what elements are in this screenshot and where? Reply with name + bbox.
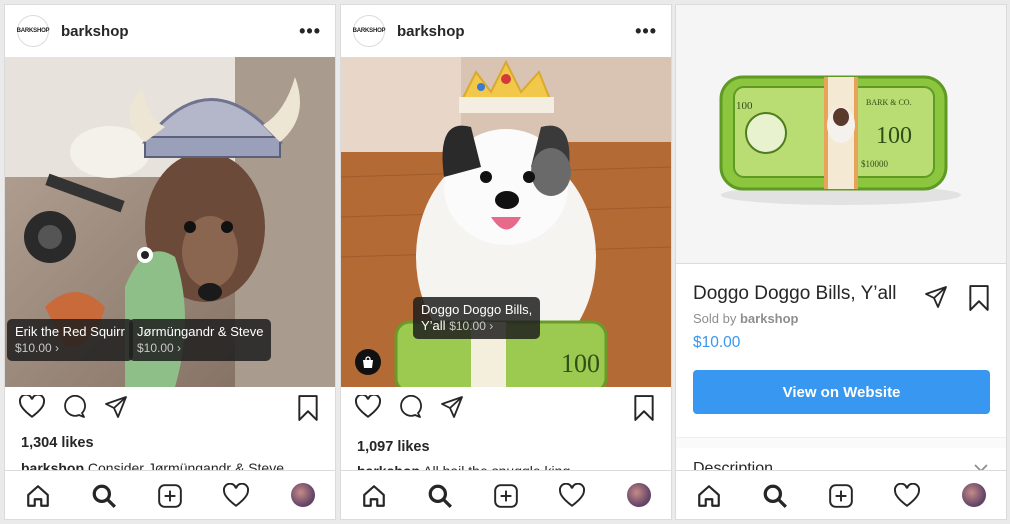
share-icon[interactable] — [103, 395, 129, 419]
tag-name: Jørmüngandr & Steve — [137, 324, 264, 339]
search-icon[interactable] — [427, 483, 453, 509]
product-tag-doggo-bills[interactable]: Doggo Doggo Bills, Y’all $10.00 › — [413, 297, 541, 339]
bottom-nav — [5, 470, 335, 519]
share-icon[interactable] — [924, 285, 948, 309]
view-on-website-button[interactable]: View on Website — [693, 370, 990, 414]
activity-heart-icon[interactable] — [559, 483, 585, 509]
post-screen-1: BARKSHOP barkshop ••• Erik the Red Squir… — [4, 4, 336, 520]
post-actions — [341, 387, 671, 427]
account-avatar[interactable]: BARKSHOP — [352, 15, 386, 47]
post-photo[interactable]: 100 Doggo Doggo Bills, Y’all $10.00 › — [341, 57, 671, 387]
profile-avatar[interactable] — [962, 483, 986, 507]
toy-denomination-large: 100 — [876, 123, 912, 149]
tag-price: $10.00 › — [15, 341, 60, 355]
sold-by: Sold by barkshop — [693, 311, 799, 326]
comment-icon[interactable] — [397, 395, 423, 419]
bookmark-icon[interactable] — [633, 395, 655, 421]
product-price: $10.00 — [693, 334, 741, 351]
product-image[interactable]: 100 100 BARK & CO. $10000 — [676, 5, 1006, 264]
post-actions — [5, 387, 335, 427]
likes-count[interactable]: 1,304 likes — [21, 435, 94, 451]
section-divider — [676, 437, 1006, 448]
product-tag-jormungandr[interactable]: Jørmüngandr & Steve $10.00 › — [129, 319, 272, 361]
tag-name: Erik the Red Squirr — [15, 324, 125, 339]
tag-price: $10.00 › — [137, 341, 182, 355]
share-icon[interactable] — [439, 395, 465, 419]
post-screen-2: BARKSHOP barkshop ••• 100 Doggo Doggo Bi… — [340, 4, 672, 520]
bottom-nav — [341, 470, 671, 519]
post-photo[interactable]: Erik the Red Squirr $10.00 › Jørmüngandr… — [5, 57, 335, 387]
more-options-icon[interactable]: ••• — [635, 21, 657, 42]
product-detail-screen: 100 100 BARK & CO. $10000 Doggo Doggo Bi… — [675, 4, 1007, 520]
activity-heart-icon[interactable] — [223, 483, 249, 509]
post-header: BARKSHOP barkshop ••• — [5, 5, 335, 57]
add-post-icon[interactable] — [157, 483, 183, 509]
username[interactable]: barkshop — [61, 23, 299, 40]
like-heart-icon[interactable] — [355, 395, 381, 419]
home-icon[interactable] — [25, 483, 51, 509]
home-icon[interactable] — [696, 483, 722, 509]
post-header: BARKSHOP barkshop ••• — [341, 5, 671, 57]
profile-avatar[interactable] — [627, 483, 651, 507]
comment-icon[interactable] — [61, 395, 87, 419]
search-icon[interactable] — [91, 483, 117, 509]
shopping-bag-icon[interactable] — [355, 349, 381, 375]
money-toy-image: 100 100 BARK & CO. $10000 — [719, 75, 961, 205]
likes-count[interactable]: 1,097 likes — [357, 439, 430, 455]
toy-label: $10000 — [861, 159, 889, 169]
bottom-nav — [676, 470, 1006, 519]
bookmark-icon[interactable] — [968, 285, 990, 311]
tag-name: Doggo Doggo Bills, — [421, 302, 533, 317]
search-icon[interactable] — [762, 483, 788, 509]
tag-name-line2: Y’all — [421, 318, 446, 333]
account-avatar[interactable]: BARKSHOP — [16, 15, 50, 47]
logo-text: BARKSHOP — [352, 28, 386, 34]
toy-bank: BARK & CO. — [866, 98, 912, 107]
add-post-icon[interactable] — [828, 483, 854, 509]
home-icon[interactable] — [361, 483, 387, 509]
bookmark-icon[interactable] — [297, 395, 319, 421]
product-title: Doggo Doggo Bills, Y’all — [693, 283, 897, 304]
add-post-icon[interactable] — [493, 483, 519, 509]
more-options-icon[interactable]: ••• — [299, 21, 321, 42]
svg-text:100: 100 — [561, 349, 600, 378]
sold-by-label: Sold by — [693, 311, 740, 326]
logo-text: BARKSHOP — [16, 28, 50, 34]
seller-link[interactable]: barkshop — [740, 311, 799, 326]
toy-denomination: 100 — [736, 100, 753, 112]
username[interactable]: barkshop — [397, 23, 635, 40]
tag-price: $10.00 › — [449, 319, 494, 333]
activity-heart-icon[interactable] — [894, 483, 920, 509]
profile-avatar[interactable] — [291, 483, 315, 507]
product-tag-erik[interactable]: Erik the Red Squirr $10.00 › — [7, 319, 133, 361]
like-heart-icon[interactable] — [19, 395, 45, 419]
